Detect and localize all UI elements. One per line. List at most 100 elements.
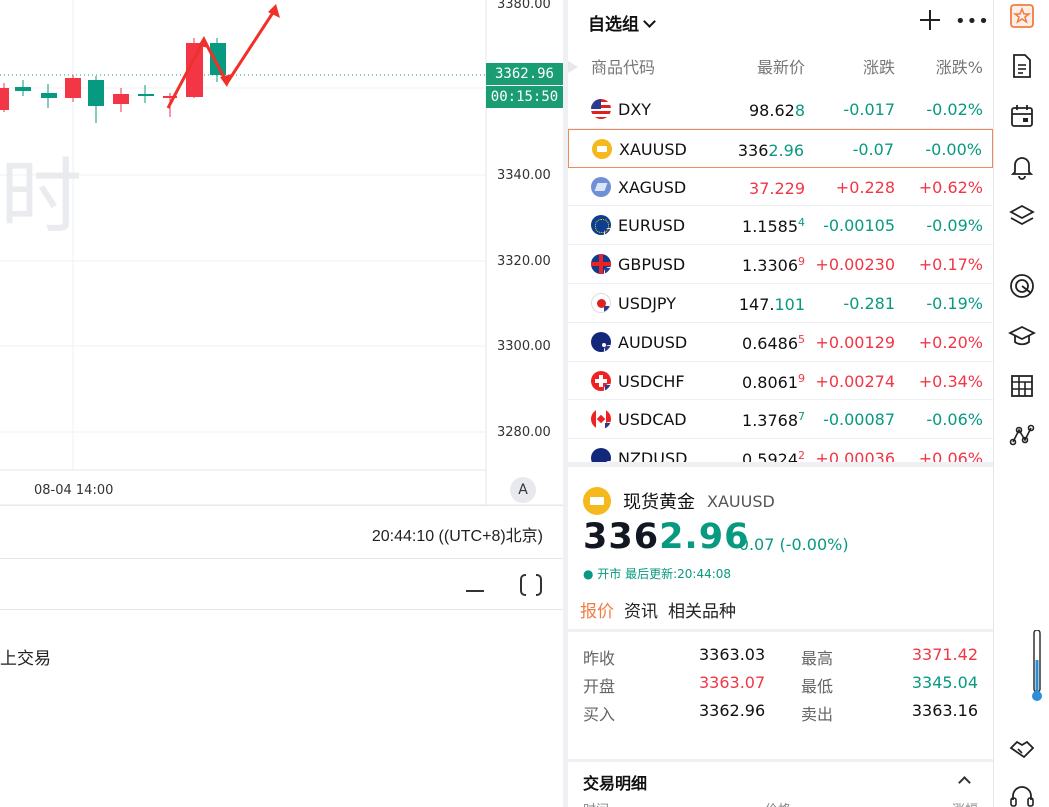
quote-grid: 昨收 3363.03 最高 3371.42 开盘 3363.07 最低 3345.04 买入 33… [583, 645, 978, 729]
price-main: 336 [737, 140, 769, 160]
quote-value: 3363.16 [911, 701, 978, 720]
network-icon[interactable] [1008, 422, 1036, 450]
quote-label: 昨收 [583, 649, 616, 668]
candles [0, 38, 226, 123]
quote-label: 开盘 [583, 677, 616, 696]
candle [210, 43, 226, 75]
symbol-code: NZDUSD [618, 449, 688, 462]
price-main: 147. [738, 294, 775, 314]
x-tick-label: 08-04 14:00 [34, 483, 113, 498]
tab-quote[interactable]: 报价 [580, 597, 614, 632]
quote-label: 最低 [801, 677, 834, 696]
minimize-icon[interactable] [466, 582, 486, 592]
change-pct: -0.02% [926, 100, 983, 119]
chart-canvas[interactable]: 时 3380.00 3340.00 3320.00 3300.00 3280.0… [0, 0, 563, 506]
last-price: 147.101 [739, 294, 805, 314]
trade-panel-text: 上交易 [0, 649, 51, 669]
change-value: +0.228 [835, 177, 895, 197]
last-price: 98.628 [749, 100, 805, 120]
star-icon[interactable] [1008, 2, 1036, 30]
bottom-panel: 上交易 [0, 560, 563, 807]
more-icon[interactable]: ••• [955, 13, 990, 31]
watchlist-row-audusd[interactable]: AUDUSD 0.64865 +0.00129 +0.20% [568, 323, 993, 362]
last-price: 0.80619 [742, 372, 805, 392]
trade-detail-columns: 时间 价格 涨幅 [583, 799, 978, 807]
col-time: 时间 [583, 799, 609, 807]
watchlist-row-usdcad[interactable]: USDCAD 1.37687 -0.00087 -0.06% [568, 400, 993, 440]
document-icon[interactable] [1008, 52, 1036, 80]
market-status: ● 开市 最后更新:20:44:08 [583, 567, 732, 581]
detail-price-main: 336 [583, 517, 660, 557]
watchlist-row-gbpusd[interactable]: GBPUSD 1.33069 +0.00230 +0.17% [568, 245, 993, 284]
change-pct: -0.09% [926, 216, 983, 236]
maximize-icon[interactable] [520, 574, 542, 596]
change-pct: +0.62% [918, 177, 983, 197]
nz-flag-icon [591, 448, 611, 462]
watchlist-row-xauusd[interactable]: XAUUSD 3362.96 -0.07 -0.00% [568, 128, 993, 168]
chart-gridlines [0, 0, 563, 506]
change-value: +0.00129 [815, 332, 895, 352]
last-price: 0.64865 [742, 333, 805, 353]
ch-flag-icon [591, 370, 611, 391]
watchlist-row-nzdusd[interactable]: NZDUSD 0.59242 +0.00036 +0.06% [568, 439, 993, 462]
change-pct: -0.06% [926, 410, 983, 430]
column-symbol[interactable]: 商品代码 [591, 54, 655, 78]
quote-label: 卖出 [801, 705, 834, 724]
current-price-tag: 3362.96 [486, 63, 563, 85]
candle [0, 88, 9, 110]
chevron-up-icon[interactable] [958, 776, 971, 789]
column-change[interactable]: 涨跌 [863, 54, 895, 78]
watchlist-row-usdchf[interactable]: USDCHF 0.80619 +0.00274 +0.34% [568, 362, 993, 401]
symbol-code: XAUUSD [619, 139, 687, 159]
column-pct[interactable]: 涨跌% [936, 54, 983, 78]
detail-change: -0.07 (-0.00%) [733, 535, 849, 554]
price-pip: 9 [798, 255, 805, 269]
trade-detail-title: 交易明细 [583, 774, 648, 793]
watchlist-row-dxy[interactable]: DXY 98.628 -0.017 -0.02% [568, 90, 993, 129]
column-last[interactable]: 最新价 [757, 54, 805, 78]
last-price: 37.229 [749, 178, 805, 198]
change-value: +0.00036 [815, 449, 895, 462]
table-icon[interactable] [1008, 372, 1036, 400]
usd-badge-icon [604, 422, 611, 430]
price-chart[interactable]: 时 3380.00 3340.00 3320.00 3300.00 3280.0… [0, 0, 563, 506]
headset-icon[interactable] [1008, 782, 1036, 807]
watchlist-row-eurusd[interactable]: EURUSD 1.15854 -0.00105 -0.09% [568, 206, 993, 246]
y-tick-label: 3380.00 [497, 0, 551, 12]
bottom-panel-header [0, 560, 563, 610]
symbol-code: USDCHF [618, 371, 685, 391]
tab-related[interactable]: 相关品种 [668, 597, 736, 632]
handshake-icon[interactable] [1008, 734, 1036, 762]
tab-news[interactable]: 资讯 [624, 597, 658, 632]
bell-icon[interactable] [1008, 152, 1036, 180]
change-value: +0.00230 [815, 255, 895, 275]
symbol-code: GBPUSD [618, 255, 686, 275]
usd-badge-icon [604, 383, 611, 391]
watchlist-row-usdjpy[interactable]: USDJPY 147.101 -0.281 -0.19% [568, 284, 993, 323]
watchlist-row-xagusd[interactable]: XAGUSD 37.229 +0.228 +0.62% [568, 168, 993, 207]
col-price: 价格 [765, 799, 791, 807]
detail-tabs: 报价 资讯 相关品种 [580, 597, 736, 632]
price-main: 98.62 [749, 101, 795, 120]
timezone-clock[interactable]: 20:44:10 ((UTC+8)北京) [372, 522, 543, 546]
divider [568, 629, 993, 632]
symbol-detail-panel: 现货黄金 XAUUSD 3362.96 -0.07 (-0.00%) ● 开市 … [568, 467, 993, 807]
change-value: -0.07 [852, 139, 894, 159]
education-icon[interactable] [1007, 322, 1037, 350]
price-main: 1.3306 [742, 256, 798, 276]
quote-row: 昨收 3363.03 最高 3371.42 [583, 645, 978, 673]
radar-icon[interactable] [1008, 272, 1036, 300]
auto-scale-button[interactable]: A [510, 477, 536, 503]
add-symbol-icon[interactable] [920, 10, 940, 30]
calendar-icon[interactable] [1008, 102, 1036, 130]
watchlist-group-selector[interactable]: 自选组 [588, 10, 656, 35]
change-value: -0.281 [843, 293, 895, 313]
thermometer-icon [1032, 630, 1042, 701]
candle [15, 87, 31, 91]
change-pct: +0.20% [918, 332, 983, 352]
sort-icon [568, 61, 578, 73]
change-pct: -0.00% [925, 139, 982, 159]
layers-icon[interactable] [1008, 202, 1036, 230]
last-price: 1.33069 [742, 255, 805, 275]
eu-flag-icon [591, 215, 611, 236]
